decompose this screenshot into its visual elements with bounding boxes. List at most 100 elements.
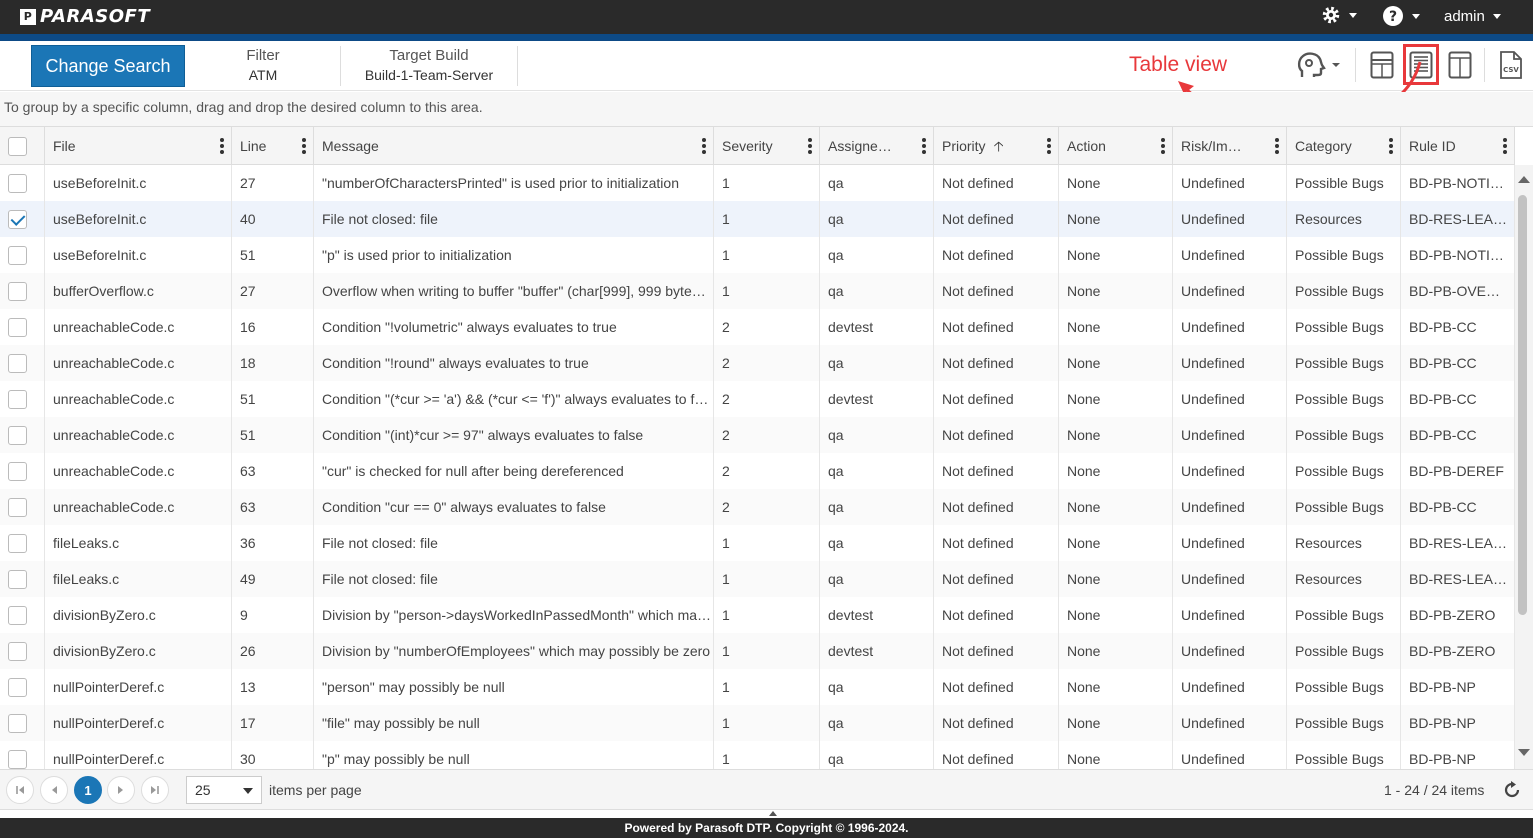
cell-action: None (1059, 201, 1173, 237)
column-header-line[interactable]: Line (232, 127, 314, 164)
svg-text:?: ? (1389, 9, 1397, 25)
column-menu-icon[interactable] (220, 138, 224, 154)
page-size-select[interactable]: 25 (186, 776, 262, 804)
column-header-action[interactable]: Action (1059, 127, 1173, 164)
column-menu-icon[interactable] (1389, 138, 1393, 154)
select-all-checkbox[interactable] (8, 137, 27, 156)
row-checkbox[interactable] (8, 750, 27, 769)
table-row[interactable]: useBeforeInit.c 27 "numberOfCharactersPrin… (0, 165, 1515, 201)
column-menu-icon[interactable] (1047, 138, 1051, 154)
cell-action: None (1059, 345, 1173, 381)
cell-message: Overflow when writing to buffer "buffer"… (314, 273, 714, 309)
user-menu[interactable]: admin (1444, 8, 1501, 25)
export-csv-button[interactable]: CSV (1496, 49, 1526, 81)
table-row[interactable]: unreachableCode.c 63 "cur" is checked for … (0, 453, 1515, 489)
row-checkbox[interactable] (8, 246, 27, 265)
scroll-thumb[interactable] (1518, 195, 1527, 615)
row-checkbox[interactable] (8, 282, 27, 301)
column-header-priority[interactable]: Priority 🡡 (934, 127, 1059, 164)
column-header-assignee[interactable]: Assigne… (820, 127, 934, 164)
table-row[interactable]: fileLeaks.c 49 File not closed: file 1 qa Not… (0, 561, 1515, 597)
table-row[interactable]: divisionByZero.c 26 Division by "numberOfE… (0, 633, 1515, 669)
table-row[interactable]: useBeforeInit.c 51 "p" is used prior to in… (0, 237, 1515, 273)
cell-assignee: qa (820, 741, 934, 769)
row-checkbox[interactable] (8, 642, 27, 661)
cell-message: "p" may possibly be null (314, 741, 714, 769)
cell-action: None (1059, 417, 1173, 453)
row-checkbox[interactable] (8, 606, 27, 625)
refresh-button[interactable] (1502, 780, 1522, 800)
row-checkbox[interactable] (8, 426, 27, 445)
table-row[interactable]: useBeforeInit.c 40 File not closed: file 1 q… (0, 201, 1515, 237)
help-menu[interactable]: ? (1382, 5, 1420, 27)
parasoft-logo[interactable]: P PARASOFT (20, 6, 150, 27)
grid-scrollbar[interactable] (1515, 165, 1533, 769)
cell-file: useBeforeInit.c (45, 165, 232, 201)
table-row[interactable]: bufferOverflow.c 27 Overflow when writing … (0, 273, 1515, 309)
previous-page-button[interactable] (40, 776, 68, 804)
row-checkbox[interactable] (8, 462, 27, 481)
grid-body: useBeforeInit.c 27 "numberOfCharactersPrin… (0, 165, 1515, 769)
cell-message: "person" may possibly be null (314, 669, 714, 705)
table-row[interactable]: divisionByZero.c 9 Division by "person->da… (0, 597, 1515, 633)
first-page-button[interactable] (6, 776, 34, 804)
table-row[interactable]: unreachableCode.c 18 Condition "!round" al… (0, 345, 1515, 381)
last-page-button[interactable] (141, 776, 169, 804)
row-checkbox[interactable] (8, 570, 27, 589)
column-menu-icon[interactable] (702, 138, 706, 154)
column-header-risk-impact[interactable]: Risk/Im… (1173, 127, 1287, 164)
column-header-rule-id[interactable]: Rule ID (1401, 127, 1515, 164)
cell-severity: 2 (714, 489, 820, 525)
column-menu-icon[interactable] (1275, 138, 1279, 154)
toolbar-divider (517, 46, 518, 86)
first-page-icon (16, 786, 24, 794)
cell-assignee: qa (820, 453, 934, 489)
next-page-button[interactable] (107, 776, 135, 804)
cell-rule-id: BD-PB-CC (1401, 417, 1515, 453)
scroll-up-icon[interactable] (1518, 176, 1530, 183)
row-checkbox[interactable] (8, 678, 27, 697)
top-navbar: P PARASOFT ? admin (0, 0, 1533, 41)
column-header-category[interactable]: Category (1287, 127, 1401, 164)
row-checkbox[interactable] (8, 534, 27, 553)
column-menu-icon[interactable] (302, 138, 306, 154)
table-row[interactable]: nullPointerDeref.c 13 "person" may possibl… (0, 669, 1515, 705)
row-checkbox[interactable] (8, 174, 27, 193)
column-header-message[interactable]: Message (314, 127, 714, 164)
cell-severity: 1 (714, 525, 820, 561)
page-button-current[interactable]: 1 (74, 776, 102, 804)
page-size-value: 25 (195, 782, 211, 798)
column-header-file[interactable]: File (45, 127, 232, 164)
cell-message: Condition "!round" always evaluates to t… (314, 345, 714, 381)
row-checkbox[interactable] (8, 390, 27, 409)
cell-message: "file" may possibly be null (314, 705, 714, 741)
target-build-summary[interactable]: Target Build Build-1-Team-Server (341, 47, 517, 83)
table-row[interactable]: unreachableCode.c 63 Condition "cur == 0" … (0, 489, 1515, 525)
row-checkbox[interactable] (8, 318, 27, 337)
table-row[interactable]: nullPointerDeref.c 30 "p" may possibly be … (0, 741, 1515, 769)
table-row[interactable]: unreachableCode.c 16 Condition "!volumetri… (0, 309, 1515, 345)
split-vertical-view-button[interactable] (1445, 49, 1475, 81)
row-checkbox[interactable] (8, 498, 27, 517)
table-row[interactable]: nullPointerDeref.c 17 "file" may possibly … (0, 705, 1515, 741)
cell-line: 63 (232, 489, 314, 525)
filter-summary[interactable]: Filter ATM (186, 47, 340, 83)
row-select-cell (0, 309, 45, 345)
column-menu-icon[interactable] (1503, 138, 1507, 154)
table-row[interactable]: fileLeaks.c 36 File not closed: file 1 qa Not… (0, 525, 1515, 561)
row-checkbox[interactable] (8, 714, 27, 733)
scroll-down-icon[interactable] (1518, 749, 1530, 756)
column-menu-icon[interactable] (1161, 138, 1165, 154)
row-checkbox[interactable] (8, 210, 27, 229)
footer-expand-handle[interactable] (769, 811, 777, 816)
column-menu-icon[interactable] (808, 138, 812, 154)
table-row[interactable]: unreachableCode.c 51 Condition "(int)*cur … (0, 417, 1515, 453)
column-header-severity[interactable]: Severity (714, 127, 820, 164)
filter-value: ATM (248, 67, 278, 83)
settings-menu[interactable] (1321, 5, 1357, 25)
change-search-button[interactable]: Change Search (31, 45, 185, 87)
row-checkbox[interactable] (8, 354, 27, 373)
cell-severity: 1 (714, 741, 820, 769)
table-row[interactable]: unreachableCode.c 51 Condition "(*cur >= '… (0, 381, 1515, 417)
column-menu-icon[interactable] (922, 138, 926, 154)
